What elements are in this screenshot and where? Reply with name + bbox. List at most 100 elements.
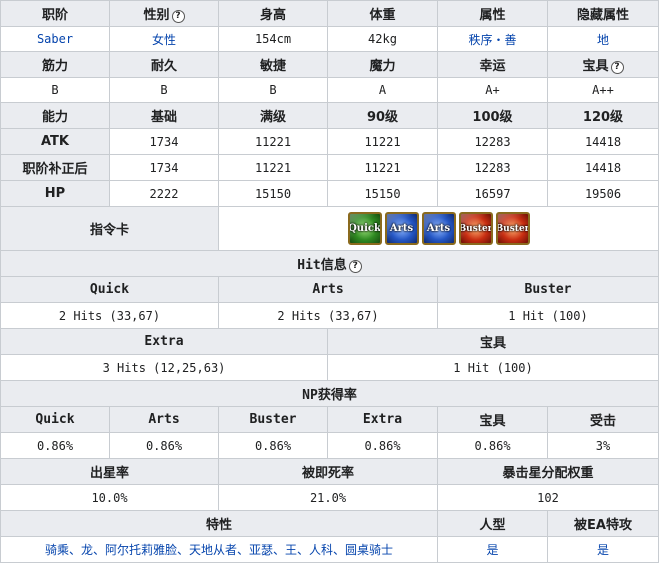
np-value-extra: 0.86% xyxy=(327,432,438,459)
hit-header-extra: Extra xyxy=(0,328,328,355)
hit-value-buster: 1 Hit (100) xyxy=(437,302,659,329)
ea-weak-link[interactable]: 是 xyxy=(547,536,659,563)
stat-label-hp: HP xyxy=(0,180,110,207)
header-gender-label: 性别 xyxy=(143,8,170,23)
atk-120: 14418 xyxy=(547,128,659,155)
header-class: 职阶 xyxy=(0,0,110,27)
hp-base: 2222 xyxy=(109,180,219,207)
card-label: Arts xyxy=(389,223,414,234)
command-cards: Quick Arts Arts Buster Buster xyxy=(347,212,530,245)
hit-header-arts: Arts xyxy=(218,276,438,303)
servant-infobox-table: 职阶 性别? 身高 体重 属性 隐藏属性 Saber 女性 154cm 42kg… xyxy=(0,0,659,563)
hp-120: 19506 xyxy=(547,180,659,207)
card-label: Arts xyxy=(426,223,451,234)
np-value-arts: 0.86% xyxy=(109,432,219,459)
header-endurance: 耐久 xyxy=(109,51,219,78)
atk-90: 11221 xyxy=(327,128,438,155)
death-rate-header: 被即死率 xyxy=(218,458,438,485)
header-level-100: 100级 xyxy=(437,102,548,129)
np-header-noble-phantasm: 宝具 xyxy=(437,406,548,433)
np-header-quick: Quick xyxy=(0,406,110,433)
adj-atk-120: 14418 xyxy=(547,154,659,181)
stat-label-atk-class-adjusted: 职阶补正后 xyxy=(0,154,110,181)
card-label: Quick xyxy=(348,223,381,234)
header-noble-phantasm-label: 宝具 xyxy=(582,59,609,74)
star-gen-value: 10.0% xyxy=(0,484,219,511)
header-max-level: 满级 xyxy=(218,102,328,129)
ea-weak-header: 被EA特攻 xyxy=(547,510,659,537)
arts-card-icon: Arts xyxy=(384,212,419,245)
adj-atk-100: 12283 xyxy=(437,154,548,181)
atk-base: 1734 xyxy=(109,128,219,155)
arts-card-icon: Arts xyxy=(421,212,456,245)
attribute-link[interactable]: 秩序・善 xyxy=(437,26,548,52)
card-label: Buster xyxy=(495,223,530,234)
header-weight: 体重 xyxy=(327,0,438,27)
hit-header-noble-phantasm: 宝具 xyxy=(327,328,659,355)
star-gen-header: 出星率 xyxy=(0,458,219,485)
stat-label-atk: ATK xyxy=(0,128,110,155)
humanoid-link[interactable]: 是 xyxy=(437,536,548,563)
np-value-quick: 0.86% xyxy=(0,432,110,459)
weight-value: 42kg xyxy=(327,26,438,52)
hit-value-arts: 2 Hits (33,67) xyxy=(218,302,438,329)
adj-atk-max: 11221 xyxy=(218,154,328,181)
hit-header-quick: Quick xyxy=(0,276,219,303)
hit-value-noble-phantasm: 1 Hit (100) xyxy=(327,354,659,381)
header-level-120: 120级 xyxy=(547,102,659,129)
humanoid-header: 人型 xyxy=(437,510,548,537)
hp-max: 15150 xyxy=(218,180,328,207)
endurance-value: B xyxy=(109,77,219,103)
hit-header-buster: Buster xyxy=(437,276,659,303)
hit-info-title-label: Hit信息 xyxy=(297,258,347,273)
np-value-noble-phantasm: 0.86% xyxy=(437,432,548,459)
atk-100: 12283 xyxy=(437,128,548,155)
command-cards-label: 指令卡 xyxy=(0,206,219,251)
star-weight-header: 暴击星分配权重 xyxy=(437,458,659,485)
np-header-arts: Arts xyxy=(109,406,219,433)
header-level-90: 90级 xyxy=(327,102,438,129)
card-label: Buster xyxy=(458,223,493,234)
header-agility: 敏捷 xyxy=(218,51,328,78)
quick-card-icon: Quick xyxy=(347,212,382,245)
atk-max: 11221 xyxy=(218,128,328,155)
luck-value: A+ xyxy=(437,77,548,103)
adj-atk-90: 11221 xyxy=(327,154,438,181)
strength-value: B xyxy=(0,77,110,103)
question-circle-icon[interactable]: ? xyxy=(610,61,624,74)
header-gender: 性别? xyxy=(109,0,219,27)
star-weight-value: 102 xyxy=(437,484,659,511)
np-gain-title: NP获得率 xyxy=(0,380,659,407)
hit-value-extra: 3 Hits (12,25,63) xyxy=(0,354,328,381)
header-noble-phantasm: 宝具? xyxy=(547,51,659,78)
adj-atk-base: 1734 xyxy=(109,154,219,181)
death-rate-value: 21.0% xyxy=(218,484,438,511)
header-mana: 魔力 xyxy=(327,51,438,78)
header-attribute: 属性 xyxy=(437,0,548,27)
header-strength: 筋力 xyxy=(0,51,110,78)
hidden-attribute-link[interactable]: 地 xyxy=(547,26,659,52)
buster-card-icon: Buster xyxy=(495,212,530,245)
header-hidden-attribute: 隐藏属性 xyxy=(547,0,659,27)
height-value: 154cm xyxy=(218,26,328,52)
np-header-extra: Extra xyxy=(327,406,438,433)
header-luck: 幸运 xyxy=(437,51,548,78)
gender-link[interactable]: 女性 xyxy=(109,26,219,52)
header-base: 基础 xyxy=(109,102,219,129)
command-cards-cell: Quick Arts Arts Buster Buster xyxy=(218,206,659,251)
header-height: 身高 xyxy=(218,0,328,27)
np-header-buster: Buster xyxy=(218,406,328,433)
question-circle-icon[interactable]: ? xyxy=(348,260,362,273)
traits-links[interactable]: 骑乘、龙、阿尔托莉雅脸、天地从者、亚瑟、王、人科、圆桌骑士 xyxy=(0,536,438,563)
traits-header: 特性 xyxy=(0,510,438,537)
np-value-defense: 3% xyxy=(547,432,659,459)
question-circle-icon[interactable]: ? xyxy=(171,10,185,23)
noble-phantasm-rank-value: A++ xyxy=(547,77,659,103)
agility-value: B xyxy=(218,77,328,103)
hp-100: 16597 xyxy=(437,180,548,207)
hp-90: 15150 xyxy=(327,180,438,207)
mana-value: A xyxy=(327,77,438,103)
class-link[interactable]: Saber xyxy=(0,26,110,52)
buster-card-icon: Buster xyxy=(458,212,493,245)
np-header-defense: 受击 xyxy=(547,406,659,433)
